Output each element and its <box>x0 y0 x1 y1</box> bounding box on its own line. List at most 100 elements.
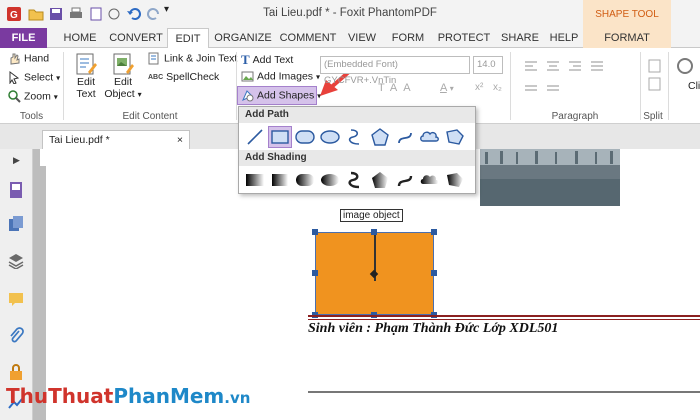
tab-convert[interactable]: CONVERT <box>108 28 164 48</box>
split-button[interactable] <box>648 58 662 98</box>
tab-home[interactable]: HOME <box>60 28 100 48</box>
font-format-buttons[interactable]: TAA <box>378 82 417 94</box>
shading-line-icon[interactable] <box>243 169 267 191</box>
document-tab-label: Tai Lieu.pdf * <box>49 134 110 146</box>
tools-group-label: Tools <box>19 111 44 122</box>
select-tool[interactable]: Select ▾ <box>8 71 60 84</box>
attachments-icon[interactable] <box>8 327 24 345</box>
superscript-icon: x² <box>475 82 484 93</box>
tab-share[interactable]: SHARE <box>498 28 542 48</box>
tab-comment[interactable]: COMMENT <box>278 28 338 48</box>
shading-pentagon-icon[interactable] <box>368 169 392 191</box>
font-size-select[interactable]: 14.0 <box>473 56 503 74</box>
polygon-shape-icon[interactable] <box>443 126 467 148</box>
select-dropdown-icon: ▾ <box>56 73 61 83</box>
tab-help[interactable]: HELP <box>548 28 580 48</box>
add-shading-header: Add Shading <box>239 150 475 166</box>
layers-stack-icon[interactable] <box>8 215 24 233</box>
paragraph-align-buttons[interactable] <box>521 58 621 100</box>
document-tab[interactable]: Tai Lieu.pdf * × <box>42 130 190 149</box>
add-text-icon: T <box>241 52 250 67</box>
font-color-button[interactable]: A ▾ <box>440 82 454 94</box>
comments-icon[interactable] <box>8 291 24 307</box>
separator-line <box>308 315 700 317</box>
add-text-label: Add Text <box>252 53 294 66</box>
edit-object-button[interactable]: Edit Object ▾ <box>104 52 142 100</box>
rounded-rectangle-shape-icon[interactable] <box>293 126 317 148</box>
ribbon-separator <box>63 52 64 120</box>
shading-cloud-icon[interactable] <box>418 169 442 191</box>
tab-edit[interactable]: EDIT <box>167 28 209 49</box>
shading-rectangle-icon[interactable] <box>268 169 292 191</box>
title-bar: G ▾ Tai Lieu.pdf * - Foxit PhantomPDF SH… <box>0 0 700 28</box>
bezier-shape-icon[interactable] <box>393 126 417 148</box>
font-size-value: 14.0 <box>477 59 496 70</box>
shading-polygon-icon[interactable] <box>443 169 467 191</box>
hand-tool[interactable]: Hand <box>8 52 49 65</box>
subscript-icon: x₂ <box>493 82 502 93</box>
add-images-button[interactable]: Add Images ▾ <box>241 70 320 83</box>
add-shapes-button[interactable]: Add Shapes ▾ <box>237 86 321 105</box>
spellcheck-button[interactable]: ABC SpellCheck <box>148 71 219 83</box>
security-lock-icon[interactable] <box>8 363 24 381</box>
shading-rounded-icon[interactable] <box>293 169 317 191</box>
rectangle-shape-icon[interactable] <box>268 126 292 148</box>
ellipse-shape-icon[interactable] <box>318 126 342 148</box>
shading-curve-icon[interactable] <box>343 169 367 191</box>
cloud-shape-icon[interactable] <box>418 126 442 148</box>
edit-object-line2: Object ▾ <box>104 88 142 100</box>
select-tool-icon <box>8 71 21 84</box>
page-left-edge <box>40 166 46 420</box>
tab-file[interactable]: FILE <box>0 28 47 48</box>
link-join-text-button[interactable]: Link & Join Text <box>148 52 237 65</box>
page-photo[interactable] <box>480 149 620 206</box>
ribbon-tabs: FILE HOME CONVERT EDIT ORGANIZE COMMENT … <box>0 28 700 49</box>
edit-text-button[interactable]: Edit Text <box>70 52 102 100</box>
tab-form[interactable]: FORM <box>388 28 428 48</box>
line-shape-icon[interactable] <box>243 126 267 148</box>
tab-organize[interactable]: ORGANIZE <box>214 28 272 48</box>
add-images-label: Add Images <box>257 70 314 83</box>
font-color-icon: A <box>440 82 447 94</box>
edit-object-line1: Edit <box>113 76 133 88</box>
pentagon-shape-icon[interactable] <box>368 126 392 148</box>
hand-label: Hand <box>24 52 50 65</box>
add-shapes-label: Add Shapes <box>257 89 315 102</box>
add-shapes-icon <box>241 89 254 102</box>
curve-shape-icon[interactable] <box>343 126 367 148</box>
text-style-icon[interactable]: T <box>378 82 390 94</box>
hand-tool-icon <box>8 52 21 65</box>
document-tab-close-icon[interactable]: × <box>177 131 183 149</box>
footer-line <box>308 391 700 393</box>
zoom-tool[interactable]: Zoom ▾ <box>8 90 58 103</box>
resize-handle-n[interactable] <box>371 229 377 235</box>
resize-handle-ne[interactable] <box>431 229 437 235</box>
resize-handle-w[interactable] <box>312 270 318 276</box>
tab-format[interactable]: FORMAT <box>583 28 671 48</box>
tab-protect[interactable]: PROTECT <box>435 28 493 48</box>
shading-ellipse-icon[interactable] <box>318 169 342 191</box>
add-path-header: Add Path <box>239 107 475 123</box>
spellcheck-icon: ABC <box>148 73 164 81</box>
add-text-button[interactable]: T Add Text <box>241 52 293 68</box>
separator-line <box>308 319 700 320</box>
edit-text-line1: Edit <box>76 76 96 88</box>
superscript-button[interactable]: x² <box>475 82 483 93</box>
select-label: Select <box>24 71 54 84</box>
text-size-up-icon[interactable]: A <box>390 82 403 94</box>
tab-view[interactable]: VIEW <box>344 28 380 48</box>
font-name-select[interactable]: (Embedded Font) GYCFVR+.VnTin <box>320 56 470 86</box>
text-size-down-icon[interactable]: A <box>403 82 416 94</box>
resize-handle-e[interactable] <box>431 270 437 276</box>
add-images-icon <box>241 70 254 83</box>
image-object-tooltip: image object <box>340 209 403 222</box>
subscript-button[interactable]: x₂ <box>493 82 502 93</box>
panel-collapse-icon[interactable]: ▶ <box>0 155 33 166</box>
layers-icon[interactable] <box>8 253 24 269</box>
shading-bezier-icon[interactable] <box>393 169 417 191</box>
pages-panel-icon[interactable] <box>8 181 24 199</box>
resize-handle-nw[interactable] <box>312 229 318 235</box>
font-color-dropdown-icon: ▾ <box>449 84 454 93</box>
add-shapes-menu: Add Path Add Shading <box>238 106 476 194</box>
clip-icon[interactable] <box>675 56 695 76</box>
